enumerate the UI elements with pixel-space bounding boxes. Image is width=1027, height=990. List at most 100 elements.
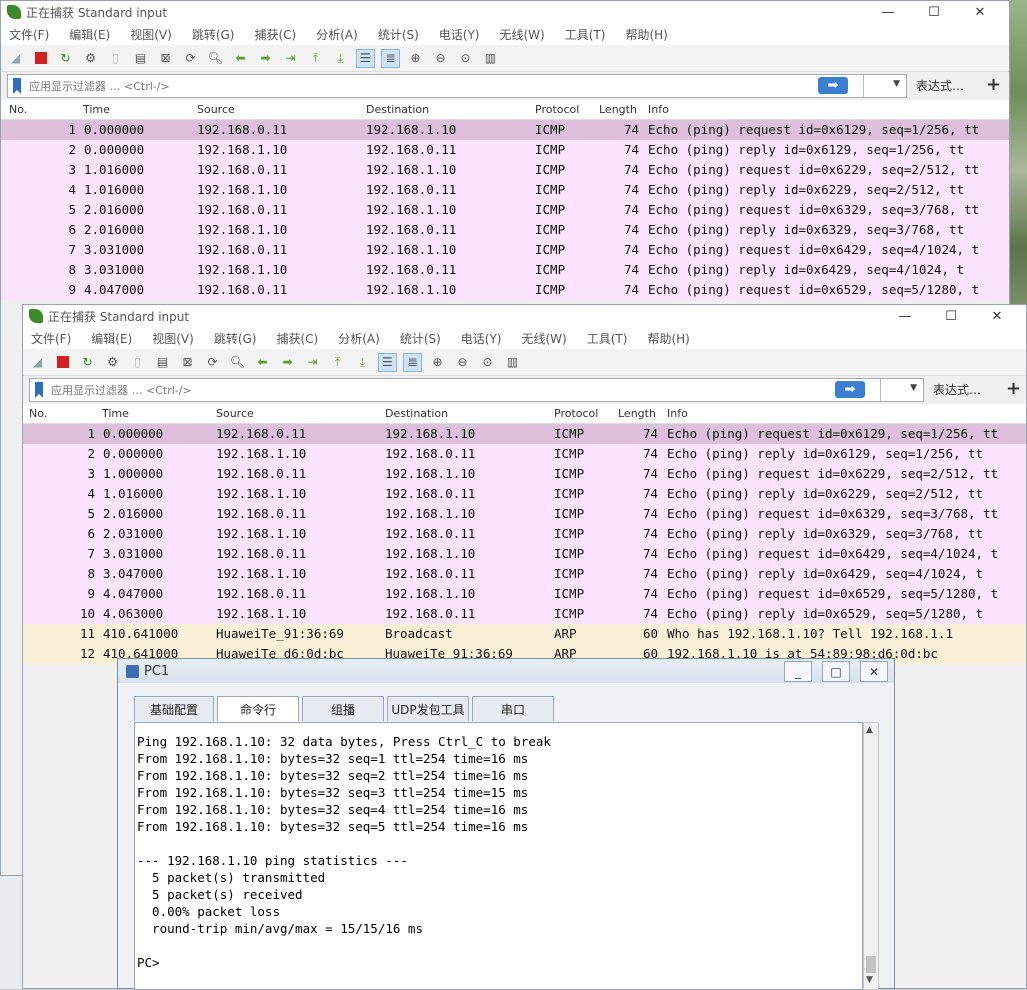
menu-tools[interactable]: 工具(T) bbox=[565, 26, 606, 43]
colorize-icon[interactable]: ≣ bbox=[381, 48, 400, 68]
menu-analyze[interactable]: 分析(A) bbox=[338, 330, 380, 347]
table-row[interactable]: 7 3.031000 192.168.0.11 192.168.1.10 ICMP 74 E… bbox=[1, 240, 1009, 260]
menu-help[interactable]: 帮助(H) bbox=[647, 330, 689, 347]
table-row[interactable]: 6 2.016000 192.168.1.10 192.168.0.11 ICMP 74 E… bbox=[1, 220, 1009, 240]
menu-edit[interactable]: 编辑(E) bbox=[69, 26, 110, 43]
display-filter-bar[interactable]: 应用显示过滤器 … <Ctrl-/> ➡ ▼ bbox=[7, 74, 907, 98]
zoom-normal-icon[interactable]: ⊙ bbox=[479, 354, 496, 371]
close-button[interactable]: ✕ bbox=[957, 1, 1003, 23]
restart-capture-icon[interactable]: ↻ bbox=[79, 354, 96, 371]
col-length[interactable]: Length bbox=[599, 103, 637, 116]
go-back-icon[interactable]: ⬅ bbox=[232, 50, 249, 67]
tab-serial[interactable]: 串口 bbox=[472, 696, 554, 721]
col-info[interactable]: Info bbox=[667, 407, 688, 420]
autoscroll-icon[interactable]: ☰ bbox=[356, 48, 375, 68]
minimize-button[interactable]: — bbox=[882, 305, 928, 327]
resize-columns-icon[interactable]: ▥ bbox=[482, 50, 499, 67]
open-file-icon[interactable]: ▯ bbox=[129, 354, 146, 371]
zoom-in-icon[interactable]: ⊕ bbox=[429, 354, 446, 371]
menu-telephony[interactable]: 电话(Y) bbox=[439, 26, 480, 43]
col-protocol[interactable]: Protocol bbox=[554, 407, 598, 420]
close-file-icon[interactable]: ⊠ bbox=[179, 354, 196, 371]
go-forward-icon[interactable]: ➡ bbox=[257, 50, 274, 67]
menu-wireless[interactable]: 无线(W) bbox=[500, 26, 545, 43]
last-packet-icon[interactable]: ⤓ bbox=[332, 50, 349, 67]
menu-telephony[interactable]: 电话(Y) bbox=[461, 330, 502, 347]
col-time[interactable]: Time bbox=[102, 407, 129, 420]
zoom-out-icon[interactable]: ⊖ bbox=[454, 354, 471, 371]
maximize-button[interactable]: □ bbox=[822, 661, 850, 682]
go-to-packet-icon[interactable]: ⇥ bbox=[282, 50, 299, 67]
table-row[interactable]: 3 1.016000 192.168.0.11 192.168.1.10 ICMP 74 E… bbox=[1, 160, 1009, 180]
col-length[interactable]: Length bbox=[618, 407, 656, 420]
menu-go[interactable]: 跳转(G) bbox=[192, 26, 235, 43]
col-time[interactable]: Time bbox=[83, 103, 110, 116]
table-row[interactable]: 1 0.000000 192.168.0.11 192.168.1.10 ICMP 74 E… bbox=[1, 120, 1009, 140]
col-destination[interactable]: Destination bbox=[366, 103, 429, 116]
menu-file[interactable]: 文件(F) bbox=[31, 330, 71, 347]
menu-analyze[interactable]: 分析(A) bbox=[316, 26, 358, 43]
table-row[interactable]: 3 1.000000 192.168.0.11 192.168.1.10 ICMP 74 E… bbox=[23, 464, 1026, 484]
command-terminal[interactable]: Ping 192.168.1.10: 32 data bytes, Press … bbox=[134, 722, 863, 990]
shark-fin-start-icon[interactable]: ◢ bbox=[29, 354, 46, 371]
table-row[interactable]: 11 410.641000 HuaweiTe_91:36:69 Broadcast AR… bbox=[23, 624, 1026, 644]
pc1-window[interactable]: PC1 _ □ ✕ 基础配置 命令行 组播 UDP发包工具 串口 Ping 19… bbox=[117, 658, 895, 990]
shark-fin-start-icon[interactable]: ◢ bbox=[7, 50, 24, 67]
first-packet-icon[interactable]: ⤒ bbox=[307, 50, 324, 67]
capture-options-icon[interactable]: ⚙ bbox=[104, 354, 121, 371]
capture-options-icon[interactable]: ⚙ bbox=[82, 50, 99, 67]
autoscroll-icon[interactable]: ☰ bbox=[378, 352, 397, 372]
open-file-icon[interactable]: ▯ bbox=[107, 50, 124, 67]
tab-basic-config[interactable]: 基础配置 bbox=[134, 696, 214, 721]
stop-capture-icon[interactable] bbox=[32, 50, 49, 67]
terminal-output[interactable]: Ping 192.168.1.10: 32 data bytes, Press … bbox=[135, 723, 862, 971]
add-filter-button[interactable]: + bbox=[1006, 378, 1021, 399]
menu-capture[interactable]: 捕获(C) bbox=[276, 330, 318, 347]
title-bar[interactable]: 正在捕获 Standard input — ☐ ✕ bbox=[23, 305, 1026, 327]
minimize-button[interactable]: — bbox=[865, 1, 911, 23]
menu-file[interactable]: 文件(F) bbox=[9, 26, 49, 43]
pc1-title-bar[interactable]: PC1 _ □ ✕ bbox=[118, 659, 894, 683]
menu-statistics[interactable]: 统计(S) bbox=[400, 330, 441, 347]
maximize-button[interactable]: ☐ bbox=[911, 1, 957, 23]
scrollbar-thumb[interactable] bbox=[866, 956, 876, 973]
scroll-up-icon[interactable]: ▲ bbox=[866, 725, 873, 735]
add-filter-button[interactable]: + bbox=[986, 74, 1001, 95]
scroll-down-icon[interactable]: ▼ bbox=[866, 975, 873, 985]
table-row[interactable]: 5 2.016000 192.168.0.11 192.168.1.10 ICMP 74 E… bbox=[1, 200, 1009, 220]
bookmark-icon[interactable] bbox=[13, 78, 21, 94]
table-row[interactable]: 10 4.063000 192.168.1.10 192.168.0.11 ICMP 74… bbox=[23, 604, 1026, 624]
table-row[interactable]: 8 3.031000 192.168.1.10 192.168.0.11 ICMP 74 E… bbox=[1, 260, 1009, 280]
col-no[interactable]: No. bbox=[29, 407, 47, 420]
menu-capture[interactable]: 捕获(C) bbox=[254, 26, 296, 43]
menu-go[interactable]: 跳转(G) bbox=[214, 330, 257, 347]
first-packet-icon[interactable]: ⤒ bbox=[329, 354, 346, 371]
colorize-icon[interactable]: ≣ bbox=[403, 352, 422, 372]
find-packet-icon[interactable]: 🔍︎ bbox=[229, 354, 246, 371]
minimize-button[interactable]: _ bbox=[784, 661, 812, 682]
go-forward-icon[interactable]: ➡ bbox=[279, 354, 296, 371]
table-row[interactable]: 8 3.047000 192.168.1.10 192.168.0.11 ICMP 74 E… bbox=[23, 564, 1026, 584]
terminal-scrollbar[interactable]: ▲ ▼ bbox=[863, 722, 879, 990]
bookmark-icon[interactable] bbox=[35, 382, 43, 398]
zoom-out-icon[interactable]: ⊖ bbox=[432, 50, 449, 67]
save-file-icon[interactable]: ▤ bbox=[132, 50, 149, 67]
close-button[interactable]: ✕ bbox=[974, 305, 1020, 327]
col-no[interactable]: No. bbox=[9, 103, 27, 116]
table-row[interactable]: 6 2.031000 192.168.1.10 192.168.0.11 ICMP 74 E… bbox=[23, 524, 1026, 544]
table-row[interactable]: 9 4.047000 192.168.0.11 192.168.1.10 ICMP 74 E… bbox=[23, 584, 1026, 604]
table-row[interactable]: 4 1.016000 192.168.1.10 192.168.0.11 ICMP 74 E… bbox=[23, 484, 1026, 504]
menu-help[interactable]: 帮助(H) bbox=[625, 26, 667, 43]
col-info[interactable]: Info bbox=[648, 103, 669, 116]
save-file-icon[interactable]: ▤ bbox=[154, 354, 171, 371]
table-row[interactable]: 7 3.031000 192.168.0.11 192.168.1.10 ICMP 74 E… bbox=[23, 544, 1026, 564]
display-filter-bar[interactable]: 应用显示过滤器 … <Ctrl-/> ➡ ▼ bbox=[29, 378, 924, 402]
menu-view[interactable]: 视图(V) bbox=[130, 26, 172, 43]
title-bar[interactable]: 正在捕获 Standard input — ☐ ✕ bbox=[1, 1, 1009, 23]
menu-edit[interactable]: 编辑(E) bbox=[91, 330, 132, 347]
filter-dropdown-icon[interactable]: ▼ bbox=[893, 79, 900, 89]
last-packet-icon[interactable]: ⤓ bbox=[354, 354, 371, 371]
stop-capture-icon[interactable] bbox=[54, 354, 71, 371]
table-row[interactable]: 2 0.000000 192.168.1.10 192.168.0.11 ICMP 74 E… bbox=[1, 140, 1009, 160]
reload-file-icon[interactable]: ⟳ bbox=[182, 50, 199, 67]
